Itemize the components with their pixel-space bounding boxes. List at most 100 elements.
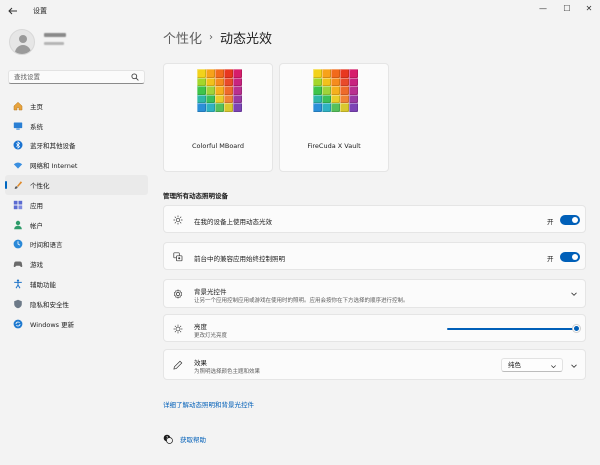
setting-title: 前台中的兼容应用始终控制照明	[194, 255, 285, 263]
search-icon[interactable]	[131, 73, 139, 81]
cube-tile	[215, 86, 224, 95]
cube-tile	[224, 69, 233, 78]
cube-tile	[340, 69, 349, 78]
dynamic-lighting-toggle[interactable]	[560, 215, 580, 225]
effects-dropdown[interactable]: 纯色	[501, 358, 563, 372]
close-button[interactable]: ✕	[582, 3, 596, 15]
cube-tile	[206, 69, 215, 78]
cube-tile	[224, 86, 233, 95]
app-windows-icon	[173, 252, 183, 262]
device-card[interactable]: Colorful MBoard	[163, 63, 273, 172]
setting-title: 亮度	[194, 323, 207, 331]
section-title: 管理所有动态照明设备	[163, 192, 228, 200]
sidebar-item-personalization[interactable]: 个性化	[5, 175, 148, 195]
cube-tile	[206, 77, 215, 87]
windows-update-icon	[13, 319, 23, 329]
search-box[interactable]	[8, 70, 145, 84]
sidebar-item-label: 个性化	[30, 182, 50, 191]
cube-tile	[197, 103, 206, 112]
effects-dropdown-value: 纯色	[508, 361, 521, 369]
breadcrumb: 个性化 › 动态光效	[163, 28, 272, 47]
search-input[interactable]	[14, 73, 124, 81]
sidebar-item-time-language[interactable]: 时间和语言	[5, 235, 148, 255]
setting-row-effects: 效果 为照明选择颜色主题和效果 纯色	[163, 349, 586, 380]
toggle-state-label: 开	[547, 255, 554, 263]
cube-tile	[197, 69, 206, 78]
gaming-icon	[13, 259, 23, 269]
compatible-apps-toggle[interactable]	[560, 252, 580, 262]
setting-description: 让另一个应用控制应用或游戏在使用时的照明。应用会按你在下方选择的顺序进行控制。	[194, 298, 409, 304]
get-help-link[interactable]: ? 获取帮助	[163, 434, 206, 444]
breadcrumb-parent[interactable]: 个性化	[163, 28, 202, 47]
device-name: Colorful MBoard	[192, 142, 244, 150]
sidebar-item-windows-update[interactable]: Windows 更新	[5, 314, 148, 334]
sidebar-item-accounts[interactable]: 帐户	[5, 215, 148, 235]
cube-tile	[224, 77, 233, 87]
cube-tile	[340, 94, 349, 104]
sidebar-item-home[interactable]: 主页	[5, 96, 148, 116]
sidebar-item-gaming[interactable]: 游戏	[5, 254, 148, 274]
cube-tile	[331, 69, 340, 78]
learn-more-link[interactable]: 详细了解动态照明和背景光控件	[163, 399, 254, 409]
cube-tile	[313, 77, 322, 87]
setting-row-background-control[interactable]: 背景光控件 让另一个应用控制应用或游戏在使用时的照明。应用会按你在下方选择的顺序…	[163, 279, 586, 308]
setting-row-compatible-apps: 前台中的兼容应用始终控制照明 开	[163, 242, 586, 270]
setting-description: 更改灯光亮度	[194, 333, 228, 339]
setting-title: 背景光控件	[194, 288, 227, 296]
sidebar-item-apps[interactable]: 应用	[5, 195, 148, 215]
cube-tile	[233, 69, 242, 78]
sidebar-item-bluetooth[interactable]: 蓝牙和其他设备	[5, 136, 148, 156]
bluetooth-icon	[13, 140, 23, 150]
minimize-button[interactable]: —	[536, 3, 550, 15]
cube-tile	[215, 94, 224, 104]
shield-icon	[13, 299, 23, 309]
cube-tile	[322, 103, 331, 112]
setting-description: 为照明选择颜色主题和效果	[194, 369, 261, 375]
brightness-slider-thumb[interactable]	[573, 325, 580, 332]
cube-tile	[233, 77, 242, 87]
chevron-down-icon[interactable]	[570, 290, 578, 298]
cube-tile	[215, 77, 224, 87]
setting-row-use-dynamic-lighting: 在我的设备上使用动态光效 开	[163, 205, 586, 233]
chevron-down-icon[interactable]	[570, 362, 578, 370]
cube-tile	[322, 86, 331, 95]
cube-tile	[331, 86, 340, 95]
brightness-slider-track[interactable]	[447, 328, 575, 330]
sidebar-item-label: 网络和 Internet	[30, 162, 78, 171]
sidebar-item-label: Windows 更新	[30, 320, 75, 329]
cube-tile	[197, 77, 206, 87]
cube-tile	[322, 77, 331, 87]
device-card[interactable]: FireCuda X Vault	[279, 63, 389, 172]
sidebar-item-system[interactable]: 系统	[5, 116, 148, 136]
cube-tile	[224, 94, 233, 104]
profile-email-redacted	[44, 42, 64, 45]
profile-name-redacted	[44, 33, 66, 37]
sidebar-nav: 主页 系统 蓝牙和其他设备 网络和 Internet 个性化 应用 帐户 时间和…	[5, 96, 148, 334]
sidebar-item-label: 时间和语言	[30, 241, 63, 250]
maximize-button[interactable]: ☐	[560, 3, 574, 15]
page-title: 动态光效	[220, 32, 273, 47]
cube-tile	[233, 86, 242, 95]
device-rgb-icon	[197, 69, 242, 112]
sidebar-item-label: 应用	[30, 201, 43, 210]
svg-text:?: ?	[166, 435, 168, 440]
cube-tile	[313, 86, 322, 95]
device-rgb-icon	[313, 69, 358, 112]
sidebar-item-privacy[interactable]: 隐私和安全性	[5, 294, 148, 314]
cube-tile	[313, 69, 322, 78]
cube-tile	[340, 86, 349, 95]
back-arrow-icon[interactable]	[7, 5, 19, 17]
cube-tile	[313, 103, 322, 112]
sidebar-item-network[interactable]: 网络和 Internet	[5, 155, 148, 175]
get-help-label: 获取帮助	[180, 436, 206, 444]
sidebar-item-accessibility[interactable]: 辅助功能	[5, 274, 148, 294]
account-icon	[13, 220, 23, 230]
cube-tile	[331, 77, 340, 87]
cube-tile	[349, 103, 358, 112]
sidebar-item-label: 隐私和安全性	[30, 300, 69, 309]
pen-icon	[173, 360, 183, 370]
gear-icon	[173, 289, 183, 299]
cube-tile	[224, 103, 233, 112]
avatar[interactable]	[9, 29, 35, 55]
network-icon	[13, 160, 23, 170]
